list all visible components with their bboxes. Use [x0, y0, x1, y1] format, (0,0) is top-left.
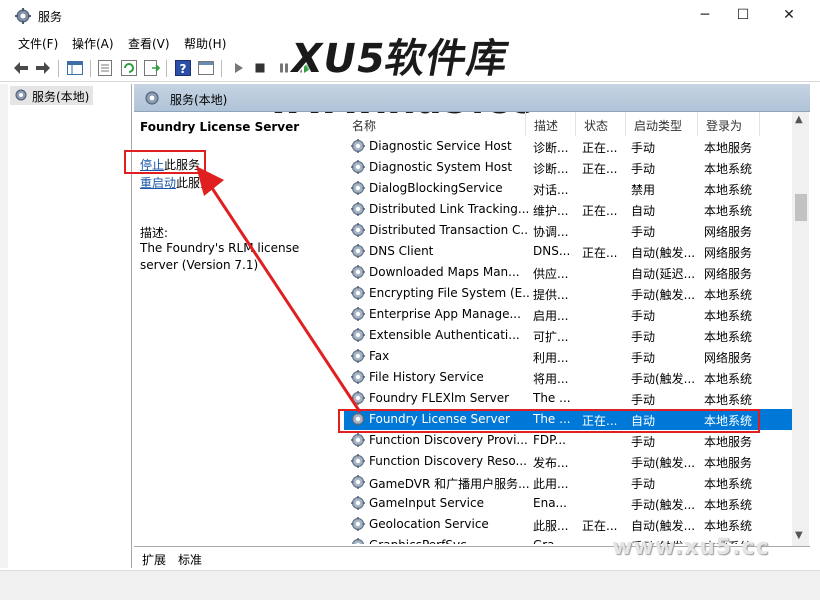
annotation-arrow	[196, 166, 362, 413]
